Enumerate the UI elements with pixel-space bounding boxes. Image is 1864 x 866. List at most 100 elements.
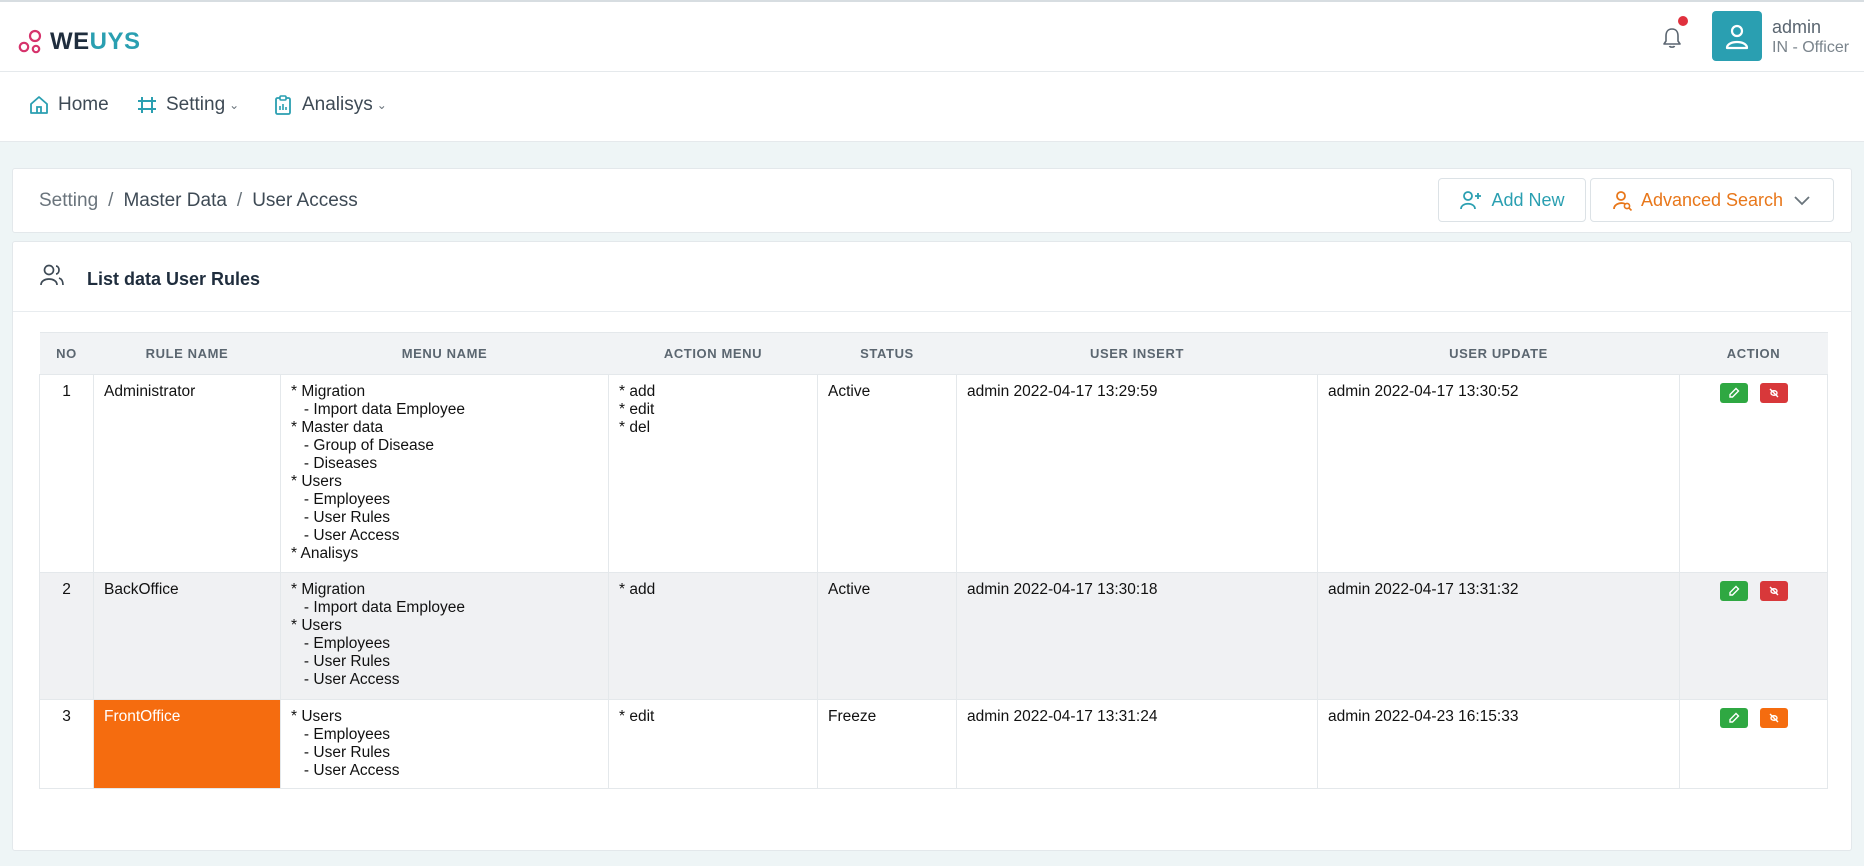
delete-icon [1769,388,1778,398]
cell-no: 3 [39,699,94,789]
cell-user-insert: admin 2022-04-17 13:29:59 [956,374,1318,573]
menu-line: * Master data [291,419,384,436]
edit-button[interactable] [1719,383,1748,403]
menu-line: - Employees [291,635,391,652]
menu-line: * Users [291,708,342,725]
nav-setting-label: Setting [166,94,226,115]
cell-action-menu: * add * edit * del [608,374,818,573]
cell-action-menu: * add [608,572,818,700]
user-name[interactable]: admin [1772,17,1821,38]
notification-bell-icon[interactable] [1658,24,1686,52]
edit-icon [1728,712,1739,723]
setting-icon [138,97,156,113]
chevron-down-icon: ⌄ [376,98,387,112]
logo-text: WEUYS [50,28,141,55]
chevron-down-icon [1794,196,1810,206]
cell-user-update: admin 2022-04-23 16:15:33 [1317,699,1680,789]
cell-action [1679,572,1828,700]
advanced-search-button[interactable]: Advanced Search [1590,178,1834,222]
cell-action [1679,699,1828,789]
column-header[interactable]: USER UPDATE [1317,332,1680,375]
column-header[interactable]: STATUS [817,332,957,375]
menu-line: * Users [291,617,342,634]
nav-setting[interactable]: Setting ⌄ [136,94,239,116]
table-header-row: NO RULE NAME MENU NAME ACTION MENU STATU… [39,332,1828,375]
delete-icon [1769,713,1778,723]
breadcrumb-item-current: User Access [252,190,358,211]
edit-button[interactable] [1719,581,1748,601]
avatar[interactable] [1712,11,1762,61]
unfreeze-button[interactable] [1759,708,1788,728]
menu-line: * Migration [291,383,366,400]
menu-line: - Employees [291,726,391,743]
cell-action-menu: * edit [608,699,818,789]
menu-line: - Employees [291,491,391,508]
column-header[interactable]: NO [39,332,94,375]
breadcrumb-item[interactable]: Master Data [123,190,226,211]
delete-button[interactable] [1759,383,1788,403]
user-icon [1725,24,1749,50]
menu-line: - User Rules [291,653,391,670]
column-header[interactable]: USER INSERT [956,332,1318,375]
cell-action [1679,374,1828,573]
user-rules-table: NO RULE NAME MENU NAME ACTION MENU STATU… [39,332,1828,789]
cell-status: Active [817,374,957,573]
menu-line: - Diseases [291,455,378,472]
list-title: List data User Rules [87,269,261,289]
cell-rule-name: Administrator [93,374,281,573]
notification-dot [1678,16,1688,26]
nav-analisys-label: Analisys [302,94,373,115]
nav-home-label: Home [58,94,109,115]
cell-user-update: admin 2022-04-17 13:31:32 [1317,572,1680,700]
column-header[interactable]: MENU NAME [280,332,609,375]
column-header[interactable]: ACTION MENU [608,332,818,375]
cell-user-update: admin 2022-04-17 13:30:52 [1317,374,1680,573]
user-role: IN - Officer [1772,39,1850,56]
app-logo[interactable]: WEUYS [18,28,141,56]
breadcrumb: Setting / Master Data / User Access [39,190,358,211]
cell-rule-name: FrontOffice [93,699,281,789]
menu-line: * Migration [291,581,366,598]
edit-icon [1728,387,1739,398]
cell-rule-name: BackOffice [93,572,281,700]
table-row[interactable]: 2 BackOffice * Migration - Import data E… [39,572,1828,700]
column-header[interactable]: RULE NAME [93,332,281,375]
table-row[interactable]: 1 Administrator * Migration - Import dat… [39,374,1828,573]
menu-line: - User Access [291,762,400,779]
cell-user-insert: admin 2022-04-17 13:30:18 [956,572,1318,700]
nav-analisys[interactable]: Analisys ⌄ [272,94,387,116]
menu-line: - User Rules [291,744,391,761]
menu-line: - Import data Employee [291,401,466,418]
list-header: List data User Rules [13,242,1851,312]
menu-line: - User Access [291,527,400,544]
menu-line: * Analisys [291,545,359,562]
add-new-button[interactable]: Add New [1438,178,1586,222]
clipboard-icon [275,95,291,115]
cell-menu-name: * Migration - Import data Employee * Use… [280,572,609,700]
menu-line: - User Access [291,671,400,688]
list-card: List data User Rules NO RULE NAME MENU N… [12,241,1852,851]
menu-line: * Users [291,473,342,490]
nav-home[interactable]: Home [28,94,109,116]
home-icon [30,96,48,114]
action-line: * del [619,419,651,436]
cell-user-insert: admin 2022-04-17 13:31:24 [956,699,1318,789]
cell-status: Freeze [817,699,957,789]
cell-no: 2 [39,572,94,700]
top-bar: WEUYS [0,0,1864,72]
user-search-icon [1613,191,1633,211]
advanced-search-label: Advanced Search [1640,189,1784,210]
action-line: * edit [619,708,655,725]
menu-line: - Import data Employee [291,599,466,616]
edit-icon [1728,585,1739,596]
menu-line: - User Rules [291,509,391,526]
breadcrumb-item[interactable]: Setting [39,190,98,211]
menu-line: - Group of Disease [291,437,435,454]
nav-bar: Home Setting ⌄ Analisys ⌄ [0,72,1864,142]
edit-button[interactable] [1719,708,1748,728]
add-user-icon [1460,191,1482,210]
add-new-label: Add New [1491,189,1565,210]
cell-no: 1 [39,374,94,573]
delete-button[interactable] [1759,581,1788,601]
table-row[interactable]: 3 FrontOffice * Users - Employees - User… [39,699,1828,789]
